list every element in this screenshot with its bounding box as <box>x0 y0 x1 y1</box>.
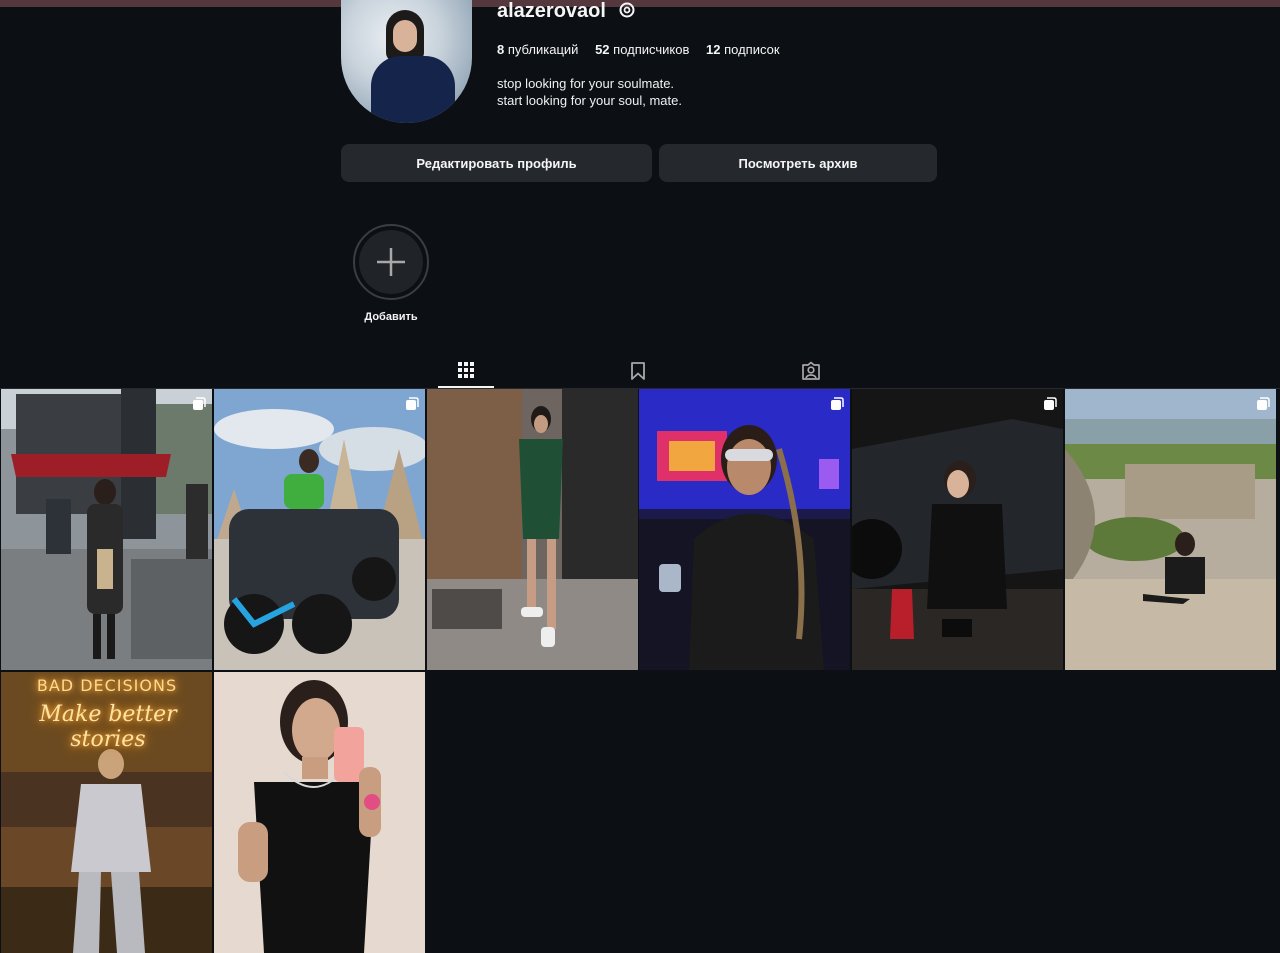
post-thumbnail[interactable] <box>1065 389 1276 670</box>
highlight-inner <box>359 230 423 294</box>
tab-posts[interactable] <box>438 353 494 388</box>
following-stat[interactable]: 12 подписок <box>706 42 780 57</box>
carousel-icon <box>1044 397 1057 410</box>
post-image <box>214 389 425 670</box>
following-label: подписок <box>724 42 780 57</box>
post-image <box>427 389 638 670</box>
profile-avatar[interactable] <box>341 0 472 123</box>
plus-icon <box>377 248 405 276</box>
post-thumbnail[interactable] <box>214 389 425 670</box>
profile-stats: 8 публикаций 52 подписчиков 12 подписок <box>497 42 793 58</box>
carousel-icon <box>193 397 206 410</box>
neon-sign-line-1: BAD DECISIONS <box>36 676 178 695</box>
post-thumbnail[interactable] <box>639 389 850 670</box>
neon-sign-line-2: Make better stories <box>39 702 177 752</box>
posts-count: 8 <box>497 42 505 57</box>
avatar-shirt <box>371 56 455 123</box>
post-image <box>1 389 212 670</box>
posts-label: публикаций <box>507 42 579 57</box>
edit-profile-button[interactable]: Редактировать профиль <box>341 144 652 182</box>
bookmark-icon <box>631 361 645 380</box>
post-thumbnail[interactable] <box>214 672 425 953</box>
grid-icon <box>458 361 474 378</box>
window-top-bar <box>0 0 1280 7</box>
bio-line-2: start looking for your soul, mate. <box>497 93 682 108</box>
post-thumbnail[interactable]: BAD DECISIONS Make better stories <box>1 672 212 953</box>
posts-stat[interactable]: 8 публикаций <box>497 42 578 57</box>
post-image <box>852 389 1063 670</box>
tab-tagged[interactable] <box>793 353 829 388</box>
profile-bio: stop looking for your soulmate. start lo… <box>497 75 682 109</box>
view-archive-button[interactable]: Посмотреть архив <box>659 144 937 182</box>
post-image <box>1065 389 1276 670</box>
avatar-face <box>393 20 417 52</box>
post-image <box>639 389 850 670</box>
post-image <box>214 672 425 953</box>
add-highlight-label: Добавить <box>364 311 418 323</box>
highlight-ring <box>353 224 429 300</box>
carousel-icon <box>831 397 844 410</box>
carousel-icon <box>1257 397 1270 410</box>
add-highlight[interactable]: Добавить <box>353 224 429 323</box>
followers-count: 52 <box>595 42 610 57</box>
followers-stat[interactable]: 52 подписчиков <box>595 42 689 57</box>
post-thumbnail[interactable] <box>852 389 1063 670</box>
profile-username: alazerovaol <box>497 0 606 22</box>
settings-gear-icon[interactable] <box>617 0 637 20</box>
followers-label: подписчиков <box>613 42 690 57</box>
tagged-icon <box>802 361 820 380</box>
tab-saved[interactable] <box>620 353 656 388</box>
following-count: 12 <box>706 42 721 57</box>
bio-line-1: stop looking for your soulmate. <box>497 76 675 91</box>
carousel-icon <box>406 397 419 410</box>
post-thumbnail[interactable] <box>427 389 638 670</box>
post-thumbnail[interactable] <box>1 389 212 670</box>
